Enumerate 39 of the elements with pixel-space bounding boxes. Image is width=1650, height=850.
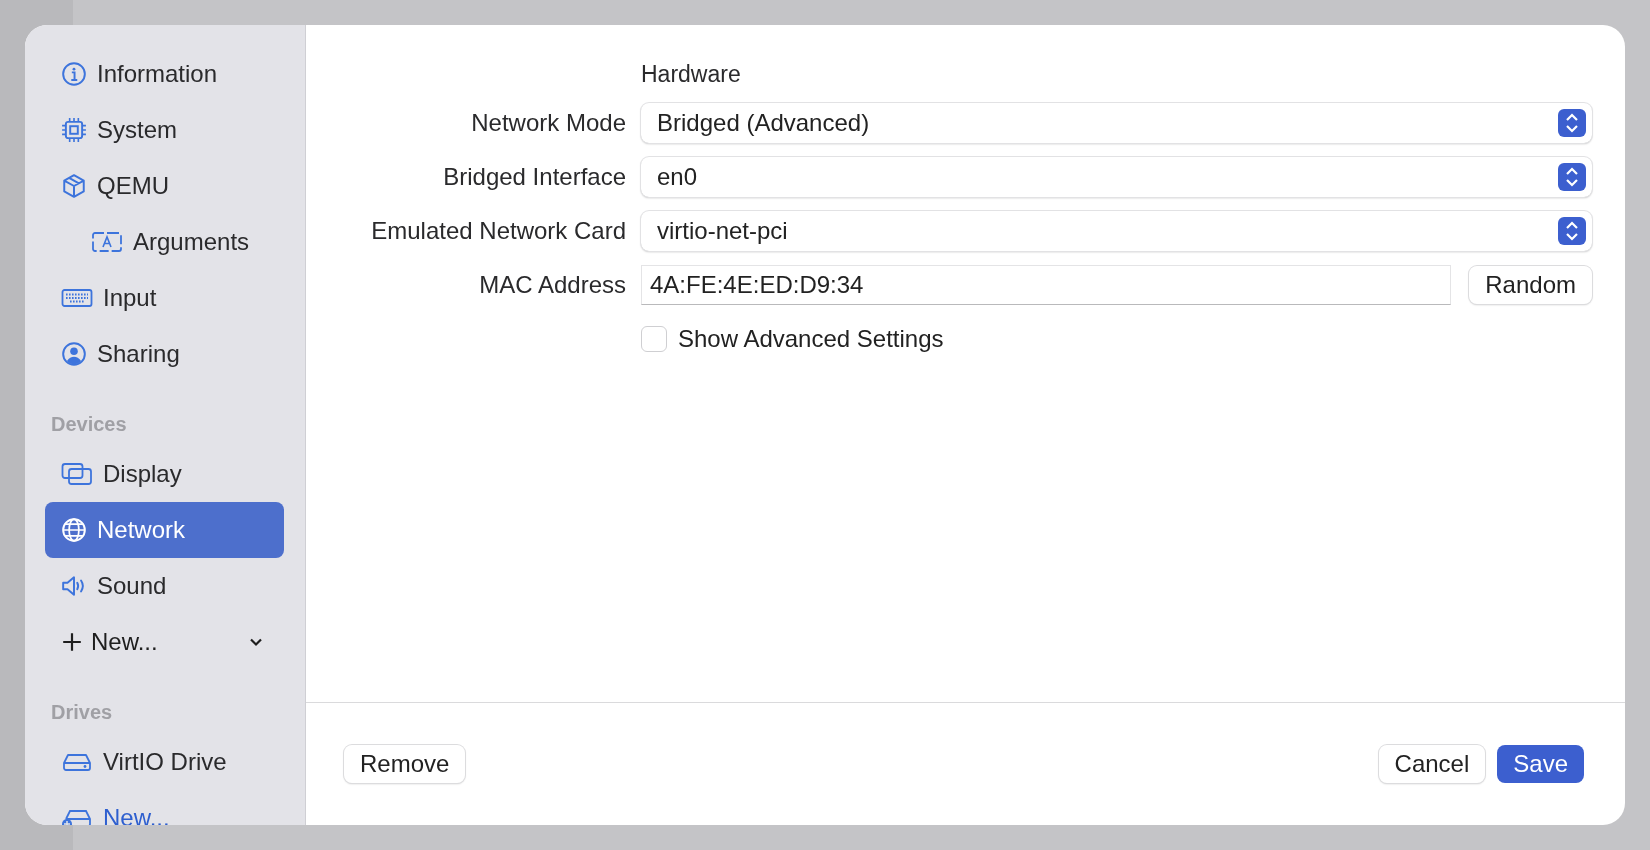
cube-icon xyxy=(61,173,87,199)
sidebar-item[interactable]: Network xyxy=(45,502,284,558)
chip-icon xyxy=(61,117,87,143)
sidebar-item[interactable]: Information xyxy=(45,46,284,102)
text-box-icon xyxy=(91,229,123,255)
section-heading: Hardware xyxy=(641,59,742,89)
chevron-up-down-icon xyxy=(1558,217,1586,245)
field-label: Network Mode xyxy=(470,109,626,137)
cancel-button[interactable]: Cancel xyxy=(1378,745,1486,783)
sidebar-item[interactable]: System xyxy=(45,102,284,158)
plus-icon xyxy=(61,631,83,653)
sidebar-item[interactable]: VirtIO Drive xyxy=(45,734,284,790)
sidebar-item[interactable]: Input xyxy=(45,270,284,326)
dropdown[interactable]: Bridged (Advanced) xyxy=(641,103,1592,143)
person-icon xyxy=(61,341,87,367)
chevron-up-down-icon xyxy=(1558,163,1586,191)
globe-icon xyxy=(61,517,87,543)
chevron-up-down-icon xyxy=(1558,109,1586,137)
save-button[interactable]: Save xyxy=(1497,745,1584,783)
mac-address-field[interactable]: 4A:FE:4E:ED:D9:34 xyxy=(641,265,1452,305)
section-header: Drives xyxy=(50,699,114,725)
section-header: Devices xyxy=(50,411,128,437)
checkbox-label: Show Advanced Settings xyxy=(678,325,944,353)
dropdown[interactable]: virtio-net-pci xyxy=(641,211,1592,251)
remove-button[interactable]: Remove xyxy=(344,745,466,783)
windows-icon xyxy=(61,461,93,487)
checkbox[interactable] xyxy=(641,326,667,352)
field-label: Bridged Interface xyxy=(442,163,626,191)
sidebar-item[interactable]: QEMU xyxy=(45,158,284,214)
sidebar-item[interactable]: Arguments xyxy=(45,214,284,270)
random-button[interactable]: Random xyxy=(1469,266,1592,304)
sidebar-item[interactable]: Sharing xyxy=(45,326,284,382)
new-device-menu[interactable]: New... xyxy=(45,614,284,670)
field-label: Emulated Network Card xyxy=(370,217,626,245)
sidebar-item[interactable]: Sound xyxy=(45,558,284,614)
dropdown[interactable]: en0 xyxy=(641,157,1592,197)
field-label: MAC Address xyxy=(478,271,626,299)
sidebar-item[interactable]: Display xyxy=(45,446,284,502)
info-icon xyxy=(61,61,87,87)
